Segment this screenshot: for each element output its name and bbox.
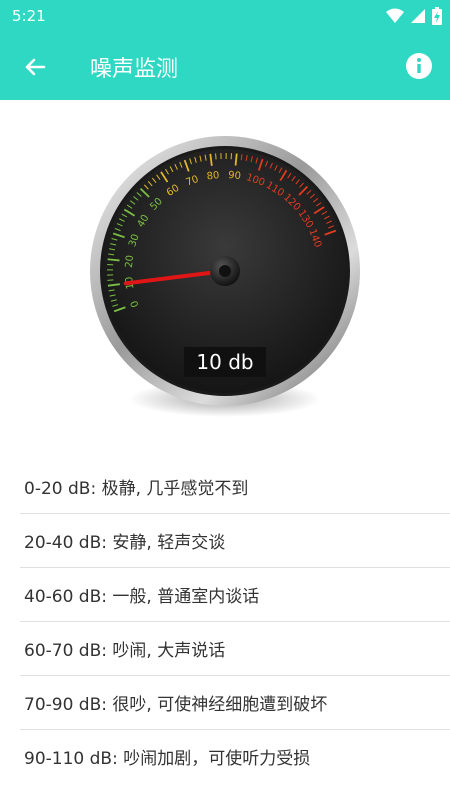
app-bar: 噪声监测 xyxy=(0,32,450,100)
status-bar: 5:21 xyxy=(0,0,450,32)
list-item: 60-70 dB: 吵闹, 大声说话 xyxy=(20,622,450,676)
status-icons xyxy=(386,6,442,26)
noise-level-list: 0-20 dB: 极静, 几乎感觉不到 20-40 dB: 安静, 轻声交谈 4… xyxy=(0,460,450,783)
page-title: 噪声监测 xyxy=(90,57,179,82)
battery-charging-icon xyxy=(432,7,442,25)
gauge-tick-label: 80 xyxy=(206,170,220,182)
status-time: 5:21 xyxy=(12,7,46,25)
decibel-reading: 10 db xyxy=(184,347,266,377)
gauge-tick-label: 20 xyxy=(124,255,136,269)
cellular-signal-icon xyxy=(411,9,425,23)
wifi-icon xyxy=(386,8,404,23)
arrow-left-icon[interactable] xyxy=(18,50,52,84)
gauge-major-tick xyxy=(234,153,238,166)
gauge-major-tick xyxy=(107,258,120,262)
gauge: 0102030405060708090100110120130140 xyxy=(88,134,362,434)
list-item: 20-40 dB: 安静, 轻声交谈 xyxy=(20,514,450,568)
gauge-tick-label: 90 xyxy=(228,170,242,182)
list-item: 0-20 dB: 极静, 几乎感觉不到 xyxy=(20,460,450,514)
gauge-dial: 0102030405060708090100110120130140 xyxy=(90,136,360,417)
list-item: 70-90 dB: 很吵, 可使神经细胞遭到破坏 xyxy=(20,676,450,730)
list-item: 40-60 dB: 一般, 普通室内谈话 xyxy=(20,568,450,622)
info-icon[interactable] xyxy=(404,51,434,81)
list-item: 90-110 dB: 吵闹加剧，可使听力受损 xyxy=(24,749,311,769)
gauge-hub-center xyxy=(219,265,231,277)
